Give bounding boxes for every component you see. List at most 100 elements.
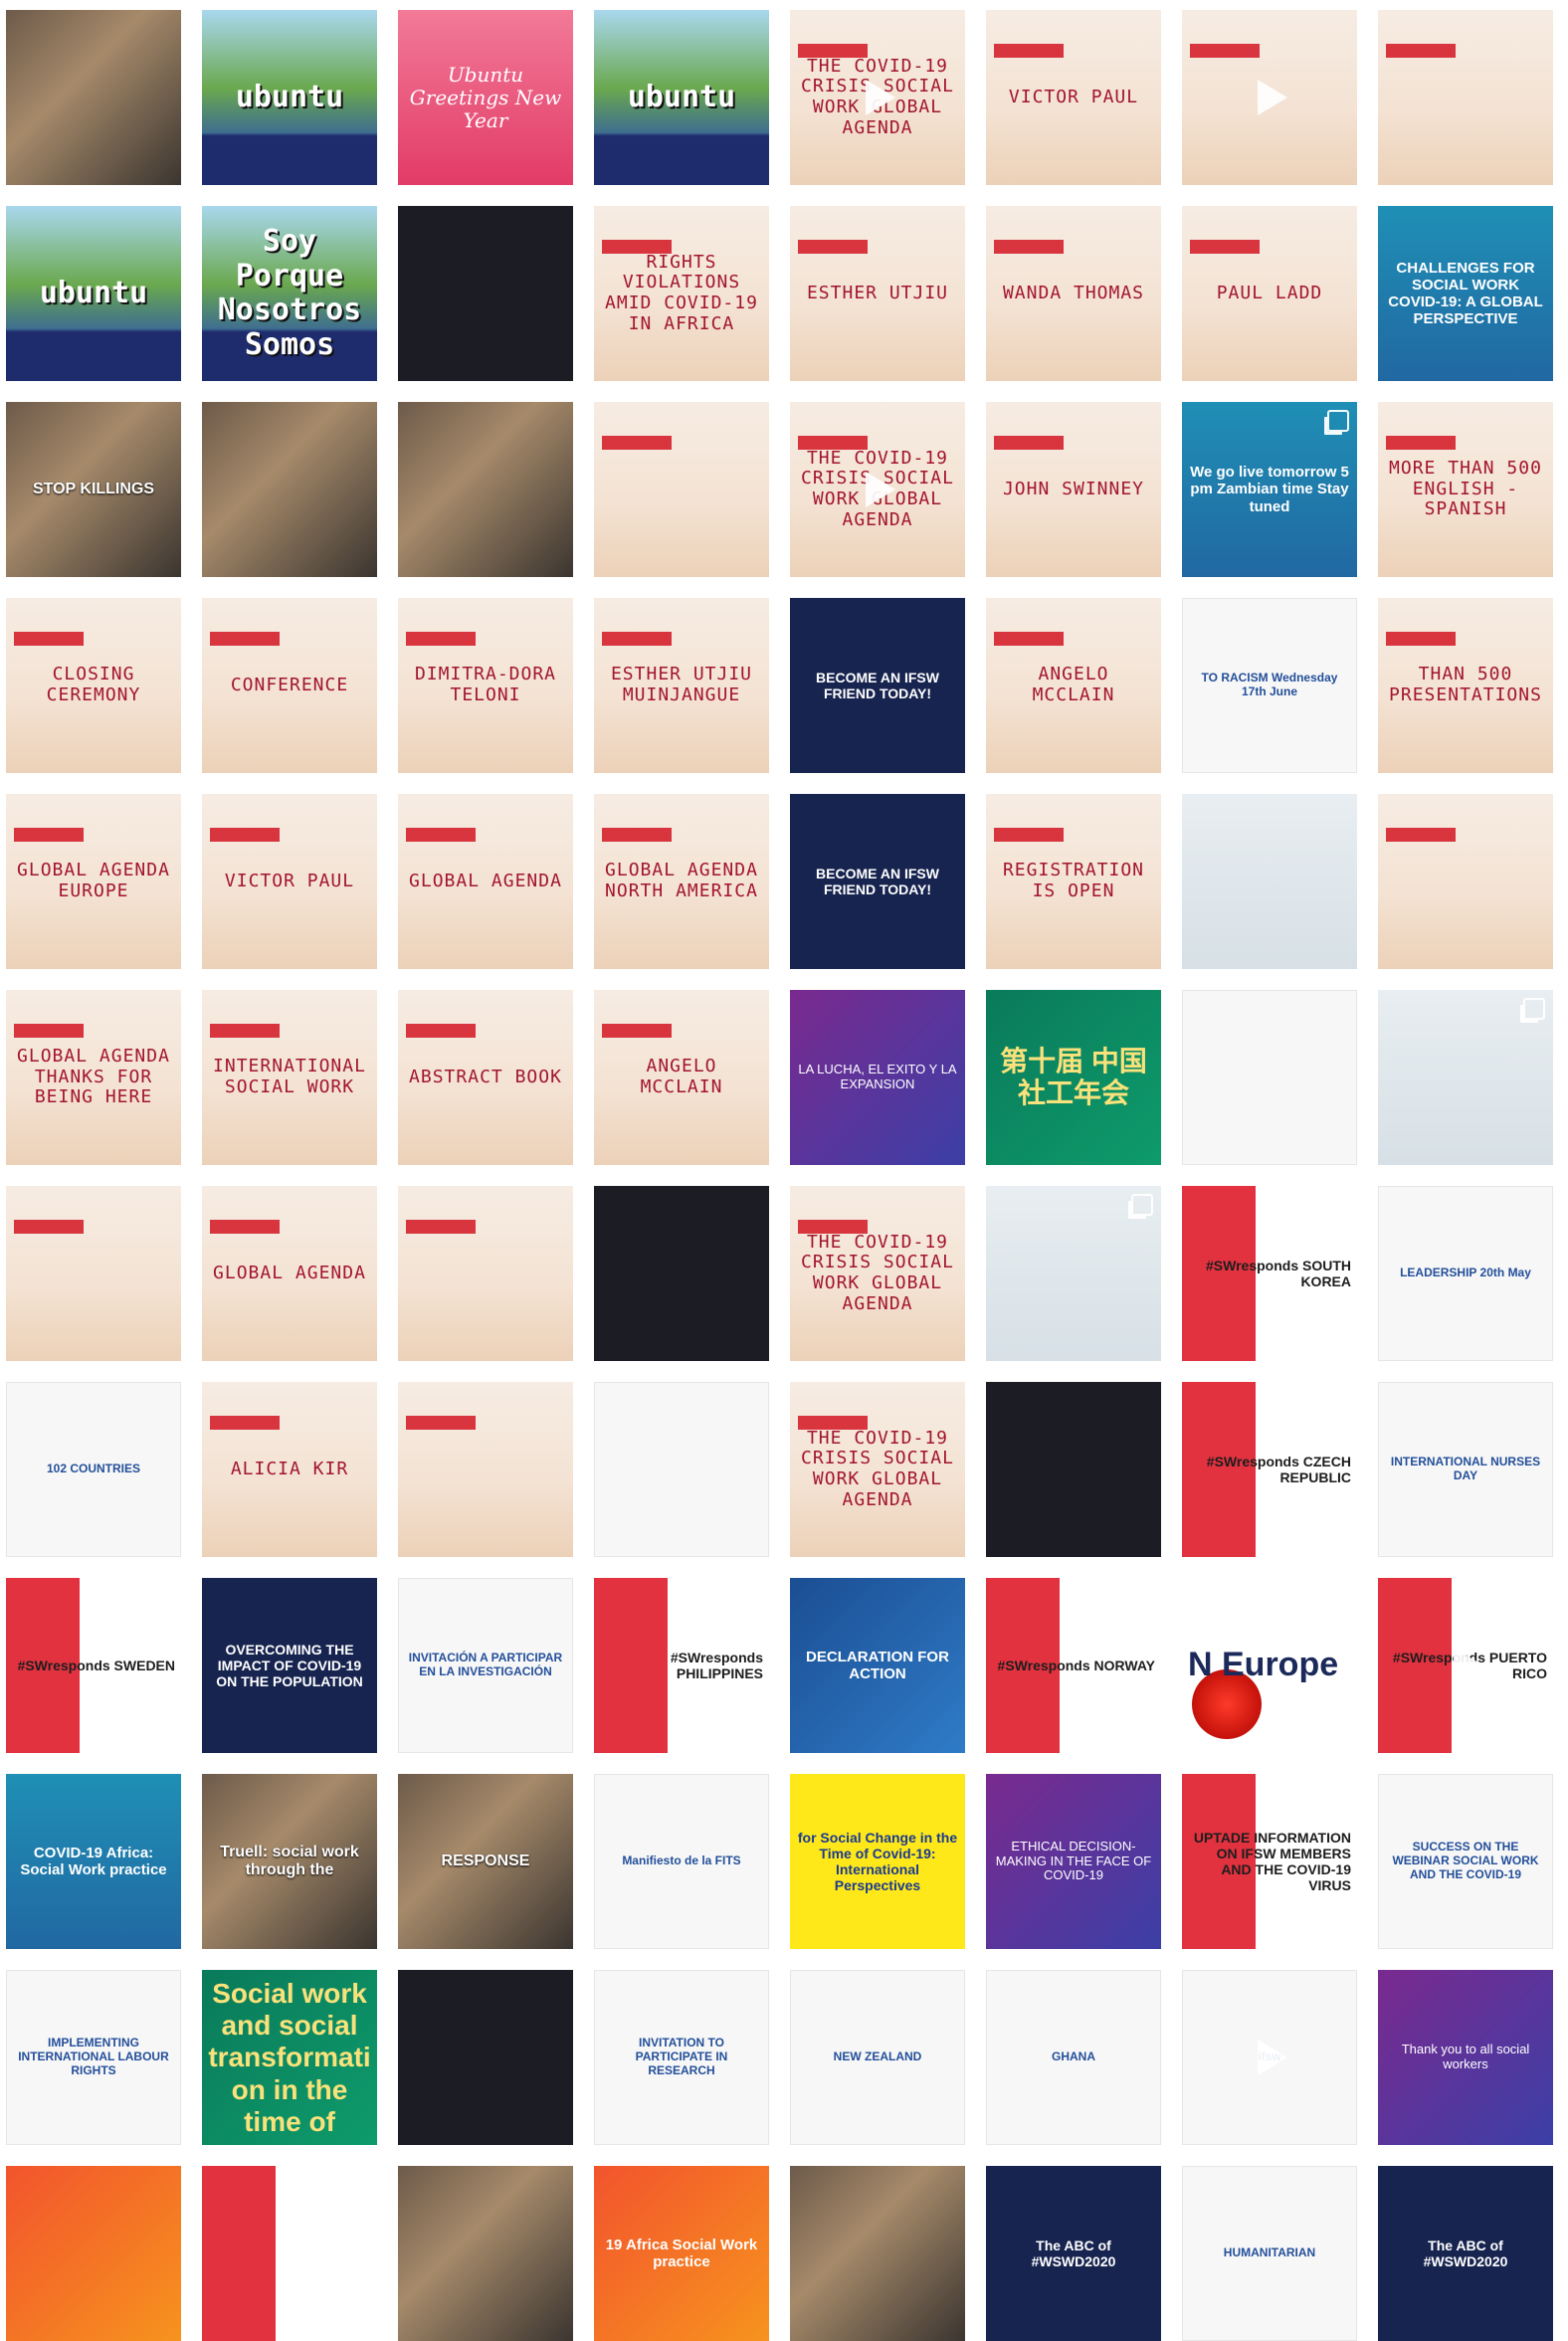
post-tile[interactable] [398, 1382, 573, 1557]
post-tile[interactable]: ABSTRACT BOOK [398, 990, 573, 1165]
post-tile[interactable]: BECOME AN IFSW FRIEND TODAY! [790, 794, 965, 969]
post-tile[interactable]: Ubuntu Greetings New Year [398, 10, 573, 185]
post-tile[interactable]: CLOSING CEREMONY [6, 598, 181, 773]
post-caption [1378, 878, 1553, 885]
post-tile[interactable]: WANDA THOMAS [986, 206, 1161, 381]
post-tile[interactable]: NEW ZEALAND [790, 1970, 965, 2145]
post-tile[interactable]: REGISTRATION IS OPEN [986, 794, 1161, 969]
post-tile[interactable]: THE COVID-19 CRISIS SOCIAL WORK GLOBAL A… [790, 10, 965, 185]
post-tile[interactable] [986, 1382, 1161, 1557]
post-tile[interactable]: INVITACIÓN A PARTICIPAR EN LA INVESTIGAC… [398, 1578, 573, 1753]
post-tile[interactable] [202, 402, 377, 577]
post-tile[interactable] [202, 2166, 377, 2341]
post-tile[interactable]: #SWresponds PHILIPPINES [594, 1578, 769, 1753]
post-tile[interactable]: SUCCESS ON THE WEBINAR SOCIAL WORK AND T… [1378, 1774, 1553, 1949]
post-tile[interactable]: #SWresponds NORWAY [986, 1578, 1161, 1753]
post-tile[interactable]: CHALLENGES FOR SOCIAL WORK COVID-19: A G… [1378, 206, 1553, 381]
post-tile[interactable] [986, 1186, 1161, 1361]
post-tile[interactable]: RESPONSE [398, 1774, 573, 1949]
post-tile[interactable]: 19 Africa Social Work practice [594, 2166, 769, 2341]
post-tile[interactable] [398, 1970, 573, 2145]
post-tile[interactable] [1182, 10, 1357, 185]
post-tile[interactable]: GLOBAL AGENDA [398, 794, 573, 969]
post-tile[interactable]: INTERNATIONAL SOCIAL WORK [202, 990, 377, 1165]
post-caption [1378, 1073, 1553, 1081]
post-tile[interactable]: MORE THAN 500 ENGLISH - SPANISH [1378, 402, 1553, 577]
post-tile[interactable]: ESTHER UTJIU [790, 206, 965, 381]
post-tile[interactable]: ubuntu [594, 10, 769, 185]
post-tile[interactable]: ubuntu [6, 206, 181, 381]
post-tile[interactable]: THAN 500 PRESENTATIONS [1378, 598, 1553, 773]
post-tile[interactable]: Truell: social work through the [202, 1774, 377, 1949]
post-tile[interactable]: INTERNATIONAL NURSES DAY [1378, 1382, 1553, 1557]
post-tile[interactable] [398, 2166, 573, 2341]
post-tile[interactable] [398, 402, 573, 577]
post-tile[interactable]: DECLARATION FOR ACTION [790, 1578, 965, 1753]
post-tile[interactable]: Soy Porque Nosotros Somos [202, 206, 377, 381]
post-tile[interactable]: ifsw [1182, 1970, 1357, 2145]
post-tile[interactable]: CONFERENCE [202, 598, 377, 773]
post-tile[interactable]: JOHN SWINNEY [986, 402, 1161, 577]
post-tile[interactable]: COVID-19 Africa: Social Work practice [6, 1774, 181, 1949]
post-tile[interactable]: N Europe [1182, 1578, 1357, 1753]
post-tile[interactable]: 102 COUNTRIES [6, 1382, 181, 1557]
post-tile[interactable]: We go live tomorrow 5 pm Zambian time St… [1182, 402, 1357, 577]
post-tile[interactable] [1378, 794, 1553, 969]
post-tile[interactable] [1378, 990, 1553, 1165]
post-tile[interactable]: #SWresponds CZECH REPUBLIC [1182, 1382, 1357, 1557]
post-tile[interactable]: TO RACISM Wednesday 17th June [1182, 598, 1357, 773]
post-tile[interactable]: The ABC of #WSWD2020 [1378, 2166, 1553, 2341]
post-tile[interactable]: GHANA [986, 1970, 1161, 2145]
post-tile[interactable]: PAUL LADD [1182, 206, 1357, 381]
post-tile[interactable]: LA LUCHA, EL EXITO Y LA EXPANSION [790, 990, 965, 1165]
post-tile[interactable] [1182, 794, 1357, 969]
post-tile[interactable]: Manifiesto de la FITS [594, 1774, 769, 1949]
post-tile[interactable]: ubuntu [202, 10, 377, 185]
post-tile[interactable]: Social work and social transformation in… [202, 1970, 377, 2145]
post-tile[interactable]: GLOBAL AGENDA EUROPE [6, 794, 181, 969]
post-caption: IMPLEMENTING INTERNATIONAL LABOUR RIGHTS [18, 2036, 169, 2077]
post-tile[interactable]: THE COVID-19 CRISIS SOCIAL WORK GLOBAL A… [790, 402, 965, 577]
post-tile[interactable]: ANGELO MCCLAIN [594, 990, 769, 1165]
post-tile[interactable]: #SWresponds SOUTH KOREA [1182, 1186, 1357, 1361]
post-tile[interactable] [594, 1186, 769, 1361]
post-tile[interactable]: GLOBAL AGENDA [202, 1186, 377, 1361]
post-tile[interactable]: Rights Violations Amid Covid-19 in Afric… [594, 206, 769, 381]
post-tile[interactable] [594, 1382, 769, 1557]
post-tile[interactable]: ALICIA KIR [202, 1382, 377, 1557]
post-caption: ESTHER UTJIU [806, 282, 949, 303]
post-tile[interactable]: 第十届 中国社工年会 [986, 990, 1161, 1165]
post-tile[interactable]: UPTADE INFORMATION ON IFSW MEMBERS AND T… [1182, 1774, 1357, 1949]
post-tile[interactable]: INVITATION TO PARTICIPATE IN RESEARCH [594, 1970, 769, 2145]
post-tile[interactable]: ETHICAL DECISION-MAKING IN THE FACE OF C… [986, 1774, 1161, 1949]
post-tile[interactable]: IMPLEMENTING INTERNATIONAL LABOUR RIGHTS [6, 1970, 181, 2145]
post-tile[interactable]: STOP KILLINGS [6, 402, 181, 577]
post-tile[interactable]: #SWresponds SWEDEN [6, 1578, 181, 1753]
post-tile[interactable]: ANGELO MCCLAIN [986, 598, 1161, 773]
post-tile[interactable]: HUMANITARIAN [1182, 2166, 1357, 2341]
post-tile[interactable]: for Social Change in the Time of Covid-1… [790, 1774, 965, 1949]
post-tile[interactable]: Thank you to all social workers [1378, 1970, 1553, 2145]
post-tile[interactable]: #SWresponds PUERTO RICO [1378, 1578, 1553, 1753]
post-tile[interactable] [398, 206, 573, 381]
post-tile[interactable]: VICTOR PAUL [202, 794, 377, 969]
post-tile[interactable] [6, 10, 181, 185]
post-tile[interactable]: LEADERSHIP 20th May [1378, 1186, 1553, 1361]
post-tile[interactable] [6, 1186, 181, 1361]
post-tile[interactable]: The ABC of #WSWD2020 [986, 2166, 1161, 2341]
post-tile[interactable]: BECOME AN IFSW FRIEND TODAY! [790, 598, 965, 773]
post-tile[interactable] [1182, 990, 1357, 1165]
post-tile[interactable] [790, 2166, 965, 2341]
post-tile[interactable]: OVERCOMING THE IMPACT OF COVID-19 ON THE… [202, 1578, 377, 1753]
post-tile[interactable] [398, 1186, 573, 1361]
post-tile[interactable] [6, 2166, 181, 2341]
post-tile[interactable]: THE COVID-19 CRISIS SOCIAL WORK GLOBAL A… [790, 1382, 965, 1557]
post-tile[interactable]: THE COVID-19 CRISIS SOCIAL WORK GLOBAL A… [790, 1186, 965, 1361]
post-tile[interactable] [594, 402, 769, 577]
post-tile[interactable]: VICTOR PAUL [986, 10, 1161, 185]
post-tile[interactable]: DIMITRA-DORA TELONI [398, 598, 573, 773]
post-tile[interactable]: ESTHER UTJIU MUINJANGUE [594, 598, 769, 773]
post-tile[interactable] [1378, 10, 1553, 185]
post-tile[interactable]: GLOBAL AGENDA THANKS FOR BEING HERE [6, 990, 181, 1165]
post-tile[interactable]: GLOBAL AGENDA NORTH AMERICA [594, 794, 769, 969]
